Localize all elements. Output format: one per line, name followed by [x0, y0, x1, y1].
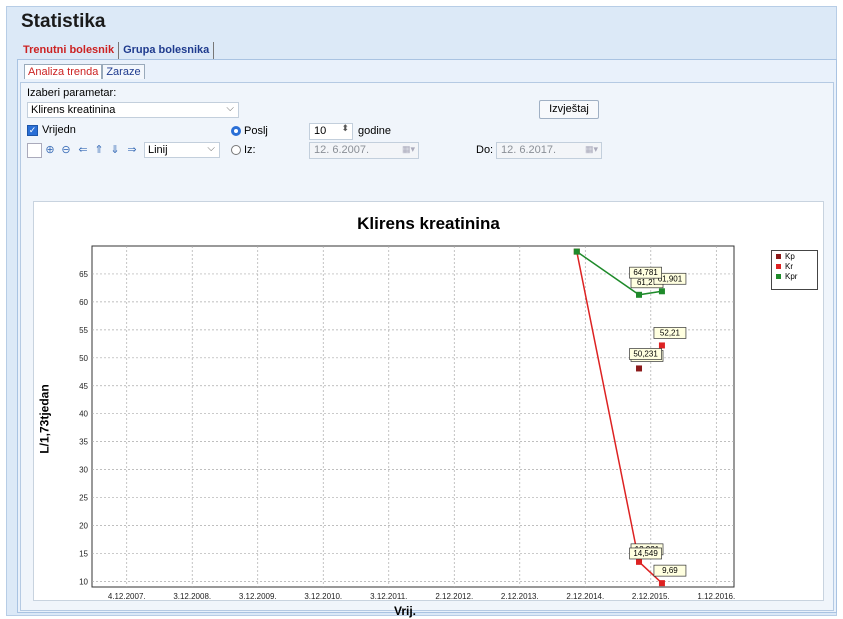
y-tick-label: 15 [79, 549, 88, 558]
x-tick-label: 2.12.2015. [632, 592, 670, 600]
data-point [658, 342, 665, 349]
y-tick-label: 45 [79, 382, 88, 391]
data-point [636, 558, 643, 565]
statistics-window: Statistika Trenutni bolesnik Grupa boles… [6, 6, 837, 618]
page-title: Statistika [21, 11, 106, 32]
x-tick-label: 2.12.2014. [566, 592, 604, 600]
x-tick-label: 3.12.2011. [370, 592, 407, 600]
zoom-in-icon[interactable]: ⊕ [43, 143, 57, 157]
main-tabs: Trenutni bolesnik Grupa bolesnika [19, 42, 215, 60]
to-date-value: 12. 6.2017. [501, 144, 557, 156]
tab-infections[interactable]: Zaraze [102, 64, 145, 79]
years-stepper[interactable]: 10 ⬍ [309, 123, 353, 140]
chart-legend: Kp Kr Kpr [771, 250, 818, 290]
chart-type-select[interactable]: Linij ⌵ [144, 142, 220, 158]
data-point [573, 248, 580, 255]
from-radio-label: Iz: [244, 144, 256, 156]
data-point [636, 291, 643, 298]
legend-item-kp: Kp [772, 251, 817, 261]
from-radio[interactable] [231, 145, 241, 155]
legend-label: Kr [785, 261, 793, 271]
annotation-label: 64,781 [633, 268, 658, 277]
data-point [658, 580, 665, 587]
x-tick-label: 4.12.2007. [108, 592, 146, 600]
y-tick-label: 60 [79, 298, 88, 307]
y-tick-label: 40 [79, 410, 88, 419]
y-tick-label: 55 [79, 326, 88, 335]
trend-content: Izaberi parametar: Klirens kreatinina ⌵ … [20, 82, 834, 618]
from-date-field[interactable]: 12. 6.2007. ▦▾ [309, 142, 419, 159]
tab-patient-group[interactable]: Grupa bolesnika [119, 42, 215, 60]
data-point [636, 365, 643, 372]
calendar-icon[interactable]: ▦▾ [402, 144, 415, 155]
annotation-label: 50,231 [633, 350, 658, 359]
x-tick-label: 3.12.2010. [304, 592, 342, 600]
chart-type-value: Linij [148, 144, 168, 156]
x-tick-label: 3.12.2009. [239, 592, 277, 600]
values-checkbox-label: Vrijedn [42, 124, 76, 136]
chevron-down-icon: ⌵ [226, 103, 234, 114]
y-tick-label: 35 [79, 438, 88, 447]
x-tick-label: 2.12.2013. [501, 592, 539, 600]
legend-item-kr: Kr [772, 261, 817, 271]
arrow-right-icon[interactable]: ⇒ [125, 143, 139, 157]
x-axis-label: Vrij. [394, 604, 417, 618]
report-button[interactable]: Izvještaj [539, 100, 599, 119]
arrow-down-icon[interactable]: ⇓ [108, 143, 122, 157]
arrow-left-icon[interactable]: ⇐ [76, 143, 90, 157]
years-value: 10 [314, 125, 327, 137]
years-unit: godine [358, 125, 392, 137]
tab-current-patient[interactable]: Trenutni bolesnik [19, 42, 120, 60]
chart-svg: 10 15 20 25 30 35 40 45 50 55 60 65 4.12.2007. 3.12.2… [79, 245, 735, 600]
param-select-value: Klirens kreatinina [31, 104, 116, 116]
legend-label: Kp [785, 251, 795, 261]
tab-trend-analysis[interactable]: Analiza trenda [24, 64, 103, 79]
param-label: Izaberi parametar: [27, 87, 117, 99]
last-radio[interactable] [231, 126, 241, 136]
x-tick-label: 1.12.2016. [697, 592, 735, 600]
y-tick-label: 50 [79, 354, 88, 363]
sub-tabs: Analiza trenda Zaraze [24, 64, 145, 79]
legend-label: Kpr [785, 271, 798, 281]
to-label: Do: [476, 144, 494, 156]
data-label: 52,21 [660, 328, 681, 337]
y-tick-label: 25 [79, 494, 88, 503]
to-date-field[interactable]: 12. 6.2017. ▦▾ [496, 142, 602, 159]
from-date-value: 12. 6.2007. [314, 144, 370, 156]
calendar-icon[interactable]: ▦▾ [585, 144, 598, 155]
param-select[interactable]: Klirens kreatinina ⌵ [27, 102, 239, 118]
arrow-up-icon[interactable]: ⇑ [92, 143, 106, 157]
trend-panel: Analiza trenda Zaraze Izaberi parametar:… [17, 59, 837, 618]
x-tick-label: 2.12.2012. [435, 592, 473, 600]
y-tick-label: 20 [79, 522, 88, 531]
data-point [658, 288, 665, 295]
chart-area: Klirens kreatinina L/1,73tjedan Vrij. 10… [33, 201, 824, 618]
y-tick-label: 65 [79, 270, 88, 279]
legend-item-kpr: Kpr [772, 271, 817, 281]
color-swatch[interactable] [27, 143, 42, 158]
annotation-label: 14,549 [633, 549, 658, 558]
last-radio-label: Poslj [244, 125, 268, 137]
stepper-arrows-icon[interactable]: ⬍ [341, 123, 349, 134]
values-checkbox[interactable]: ✓ [27, 125, 38, 136]
chevron-down-icon: ⌵ [207, 143, 215, 154]
y-tick-label: 10 [79, 577, 88, 586]
zoom-out-icon[interactable]: ⊖ [59, 143, 73, 157]
data-label: 9,69 [662, 566, 678, 575]
x-tick-label: 3.12.2008. [173, 592, 211, 600]
y-tick-label: 30 [79, 466, 88, 475]
